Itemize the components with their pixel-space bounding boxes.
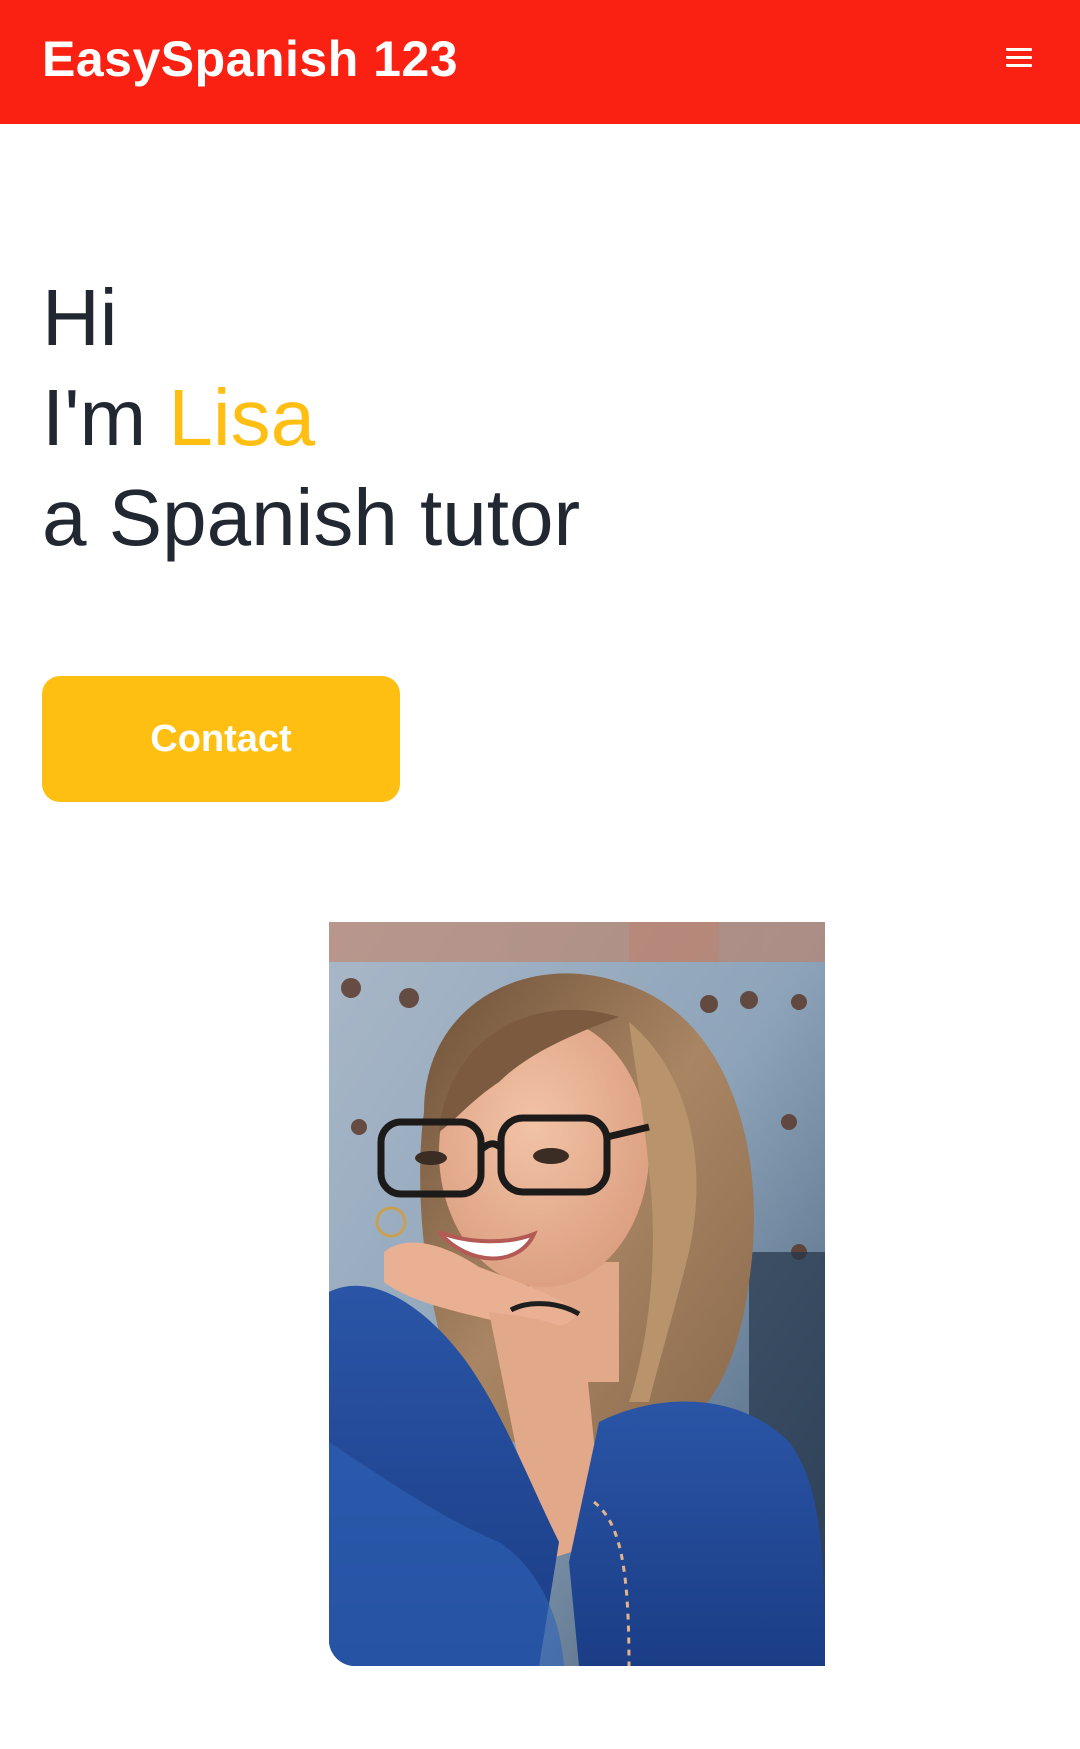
page: EasySpanish 123 Hi I'm Lisa a Spanish tu… [0, 0, 1080, 1749]
menu-icon-line [1006, 64, 1032, 67]
tutor-name: Lisa [168, 373, 316, 462]
top-app-bar: EasySpanish 123 [0, 0, 1080, 124]
hero-heading: Hi I'm Lisa a Spanish tutor [42, 268, 580, 568]
intro-line: I'm Lisa [42, 368, 580, 468]
menu-icon-line [1006, 56, 1032, 59]
menu-icon-line [1006, 48, 1032, 51]
intro-prefix: I'm [42, 373, 169, 462]
greeting-text: Hi [42, 273, 118, 362]
role-text: a Spanish tutor [42, 473, 581, 562]
portrait-illustration [329, 922, 825, 1666]
tutor-portrait-photo [329, 922, 825, 1666]
brand-title[interactable]: EasySpanish 123 [42, 30, 458, 88]
hamburger-menu-icon[interactable] [1000, 42, 1040, 74]
contact-button[interactable]: Contact [42, 676, 400, 802]
